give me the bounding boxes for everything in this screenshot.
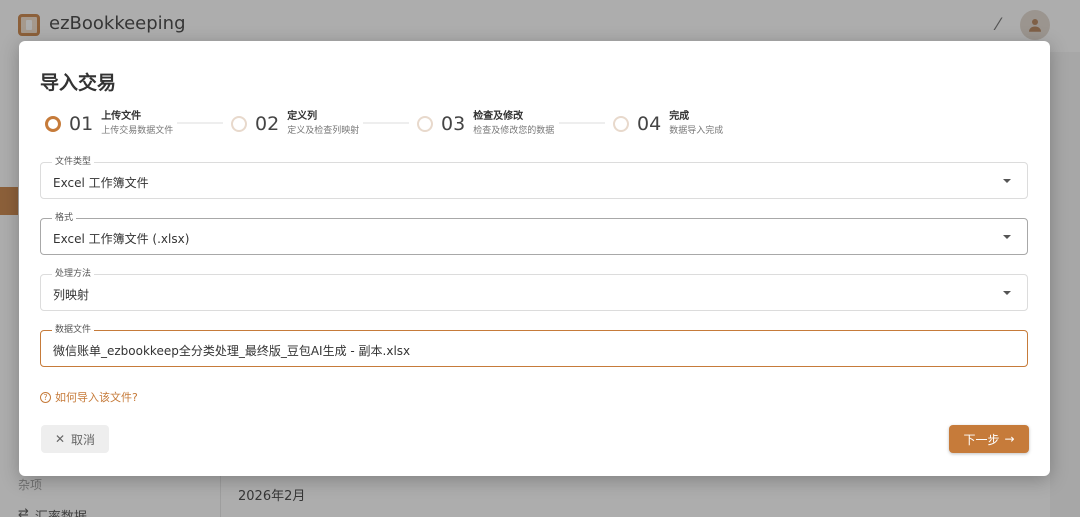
process-method-label: 处理方法 (52, 268, 95, 280)
format-value: Excel 工作簿文件 (.xlsx) (53, 232, 190, 246)
format-label: 格式 (52, 212, 77, 224)
import-transactions-dialog: 导入交易 01 上传文件 上传交易数据文件 02 定义列 定义及检查列映射 03… (19, 41, 1050, 476)
dropdown-arrow-icon (1003, 291, 1011, 295)
step-subtitle: 定义及检查列映射 (287, 126, 360, 136)
step-number: 03 (441, 113, 466, 135)
step-indicator-icon (417, 116, 433, 132)
arrow-right-icon: → (1004, 432, 1015, 446)
cancel-button[interactable]: ✕ 取消 (41, 425, 109, 453)
cancel-label: 取消 (71, 432, 96, 447)
step-connector (177, 122, 223, 124)
step-review-edit[interactable]: 03 检查及修改 检查及修改您的数据 (417, 109, 554, 139)
step-subtitle: 检查及修改您的数据 (473, 126, 555, 136)
data-file-label: 数据文件 (52, 324, 95, 336)
how-to-import-link[interactable]: ? 如何导入该文件? (40, 389, 138, 405)
step-title: 检查及修改 (473, 111, 524, 122)
file-type-label: 文件类型 (52, 156, 95, 168)
step-indicator-icon (613, 116, 629, 132)
step-number: 02 (255, 113, 280, 135)
file-type-select[interactable]: 文件类型 Excel 工作簿文件 (40, 156, 1028, 199)
next-step-button[interactable]: 下一步 → (949, 425, 1029, 453)
stepper: 01 上传文件 上传交易数据文件 02 定义列 定义及检查列映射 03 检查及修… (19, 41, 1050, 476)
data-file-value: 微信账单_ezbookkeep全分类处理_最终版_豆包AI生成 - 副本.xls… (53, 344, 411, 358)
next-label: 下一步 (963, 432, 1000, 447)
step-subtitle: 数据导入完成 (669, 126, 724, 136)
file-type-value: Excel 工作簿文件 (53, 176, 149, 190)
step-indicator-icon (231, 116, 247, 132)
step-upload-file[interactable]: 01 上传文件 上传交易数据文件 (45, 109, 173, 139)
step-connector (559, 122, 605, 124)
step-indicator-icon (45, 116, 61, 132)
close-icon: ✕ (54, 432, 66, 446)
step-complete[interactable]: 04 完成 数据导入完成 (613, 109, 723, 139)
process-method-value: 列映射 (53, 288, 90, 302)
app-root: ezBookkeeping ⁄ 杂项 ⇄ 汇率数据 2026年2月 导入交易 0… (0, 0, 1080, 517)
data-file-input[interactable]: 数据文件 微信账单_ezbookkeep全分类处理_最终版_豆包AI生成 - 副… (40, 324, 1028, 367)
step-title: 完成 (669, 111, 690, 122)
dropdown-arrow-icon (1003, 179, 1011, 183)
step-number: 01 (69, 113, 94, 135)
help-circle-icon: ? (40, 391, 51, 403)
step-title: 上传文件 (101, 111, 142, 122)
step-connector (363, 122, 409, 124)
step-title: 定义列 (287, 111, 318, 122)
step-number: 04 (637, 113, 662, 135)
format-select[interactable]: 格式 Excel 工作簿文件 (.xlsx) (40, 212, 1028, 255)
dropdown-arrow-icon (1003, 235, 1011, 239)
step-subtitle: 上传交易数据文件 (101, 126, 174, 136)
help-link-text: 如何导入该文件? (55, 391, 138, 404)
process-method-select[interactable]: 处理方法 列映射 (40, 268, 1028, 311)
step-define-columns[interactable]: 02 定义列 定义及检查列映射 (231, 109, 359, 139)
